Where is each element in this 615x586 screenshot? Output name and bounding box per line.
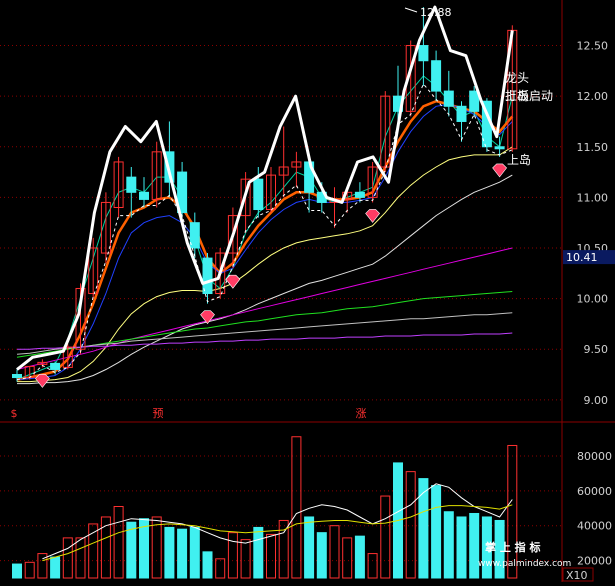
diamond-marker xyxy=(35,374,50,388)
price-tick-label: 10.00 xyxy=(577,293,609,306)
kline-chart-svg[interactable]: 9.009.5010.0010.5011.0011.5012.0012.5010… xyxy=(0,0,615,582)
volume-bars[interactable] xyxy=(12,436,518,579)
volume-unit-label: X10 xyxy=(566,569,588,582)
volume-tick-label: 20000 xyxy=(577,555,612,568)
candle-body[interactable] xyxy=(456,105,467,122)
volume-bar[interactable] xyxy=(380,495,391,579)
price-tick-label: 9.50 xyxy=(584,343,609,356)
volume-bar[interactable] xyxy=(253,526,264,579)
candle-body[interactable] xyxy=(139,191,149,200)
stock-chart-window: 9.00 9.50 10.00 10.50 11.00 11.50 12.00 12.50 10… xyxy=(0,0,615,582)
volume-bar[interactable] xyxy=(62,537,73,579)
chart-annotation: 上岛 xyxy=(505,88,529,103)
current-price-label: 10.41 xyxy=(566,251,598,264)
price-tick-label: 12.00 xyxy=(577,90,609,103)
chart-annotation: 龙头 xyxy=(505,71,529,85)
ma-line-ma_grey xyxy=(16,312,513,355)
volume-bar[interactable] xyxy=(215,558,226,579)
candle-body[interactable] xyxy=(354,191,365,198)
volume-bar[interactable] xyxy=(75,537,86,579)
price-tick-label: 11.00 xyxy=(577,191,609,204)
volume-bar[interactable] xyxy=(418,478,429,579)
volume-tick-label: 40000 xyxy=(577,520,612,533)
candle-body[interactable] xyxy=(189,222,200,249)
volume-bar[interactable] xyxy=(342,537,353,579)
volume-bar[interactable] xyxy=(354,535,365,579)
volume-ma-white xyxy=(42,483,513,560)
bottom-signal-label: 预 xyxy=(153,407,164,420)
volume-bar[interactable] xyxy=(278,519,289,579)
volume-ma-lines xyxy=(42,483,513,562)
price-tick-label: 11.50 xyxy=(577,141,609,154)
candle-body[interactable] xyxy=(50,362,61,370)
volume-bar[interactable] xyxy=(304,516,315,579)
volume-ma-yellow xyxy=(42,504,513,562)
candle-body[interactable] xyxy=(202,257,213,295)
candle-body[interactable] xyxy=(418,45,429,62)
candle-body[interactable] xyxy=(431,60,442,92)
candle-body[interactable] xyxy=(12,374,22,379)
high-price-label: 12.88 xyxy=(420,6,452,19)
diamond-marker xyxy=(225,274,241,289)
volume-bar[interactable] xyxy=(367,553,378,579)
volume-bar[interactable] xyxy=(456,516,467,579)
volume-bar[interactable] xyxy=(12,563,22,579)
candlesticks[interactable] xyxy=(12,7,518,382)
high-price-pointer xyxy=(404,7,418,13)
candle-body[interactable] xyxy=(126,176,137,193)
candle-body[interactable] xyxy=(253,178,264,211)
volume-bar[interactable] xyxy=(24,561,35,579)
price-axis: 9.009.5010.0010.5011.0011.5012.0012.5010… xyxy=(563,40,615,407)
volume-bar[interactable] xyxy=(50,556,61,579)
volume-tick-label: 80000 xyxy=(577,450,612,463)
volume-bar[interactable] xyxy=(240,539,251,579)
bottom-signal-label: 涨 xyxy=(356,407,367,420)
volume-bar[interactable] xyxy=(316,532,327,579)
volume-bar[interactable] xyxy=(291,436,302,579)
volume-bar[interactable] xyxy=(113,506,124,579)
diamond-marker xyxy=(492,163,507,178)
price-grid xyxy=(0,0,615,582)
ma-line-ma_white xyxy=(17,174,513,385)
candle-body[interactable] xyxy=(443,90,454,107)
volume-bar[interactable] xyxy=(431,485,442,579)
volume-bar[interactable] xyxy=(329,525,340,579)
volume-bar[interactable] xyxy=(88,523,99,579)
volume-bar[interactable] xyxy=(164,526,175,579)
volume-bar[interactable] xyxy=(227,532,238,579)
volume-bar[interactable] xyxy=(443,511,454,579)
chart-annotation: 上岛 xyxy=(507,152,531,167)
volume-bar[interactable] xyxy=(177,528,188,579)
bottom-signal-label: $ xyxy=(11,407,18,420)
volume-bar[interactable] xyxy=(405,471,416,579)
volume-bar[interactable] xyxy=(189,526,200,579)
volume-bar[interactable] xyxy=(266,533,276,579)
volume-bar[interactable] xyxy=(202,551,213,579)
price-tick-label: 12.50 xyxy=(577,40,609,53)
volume-tick-label: 60000 xyxy=(577,485,612,498)
price-tick-label: 9.00 xyxy=(584,394,609,407)
watermark-text: 掌 上 指 标 xyxy=(485,540,541,554)
candle-body[interactable] xyxy=(494,146,505,150)
ma-line-ma_violet xyxy=(17,332,513,350)
watermark-url: www.palmindex.com xyxy=(478,559,571,569)
